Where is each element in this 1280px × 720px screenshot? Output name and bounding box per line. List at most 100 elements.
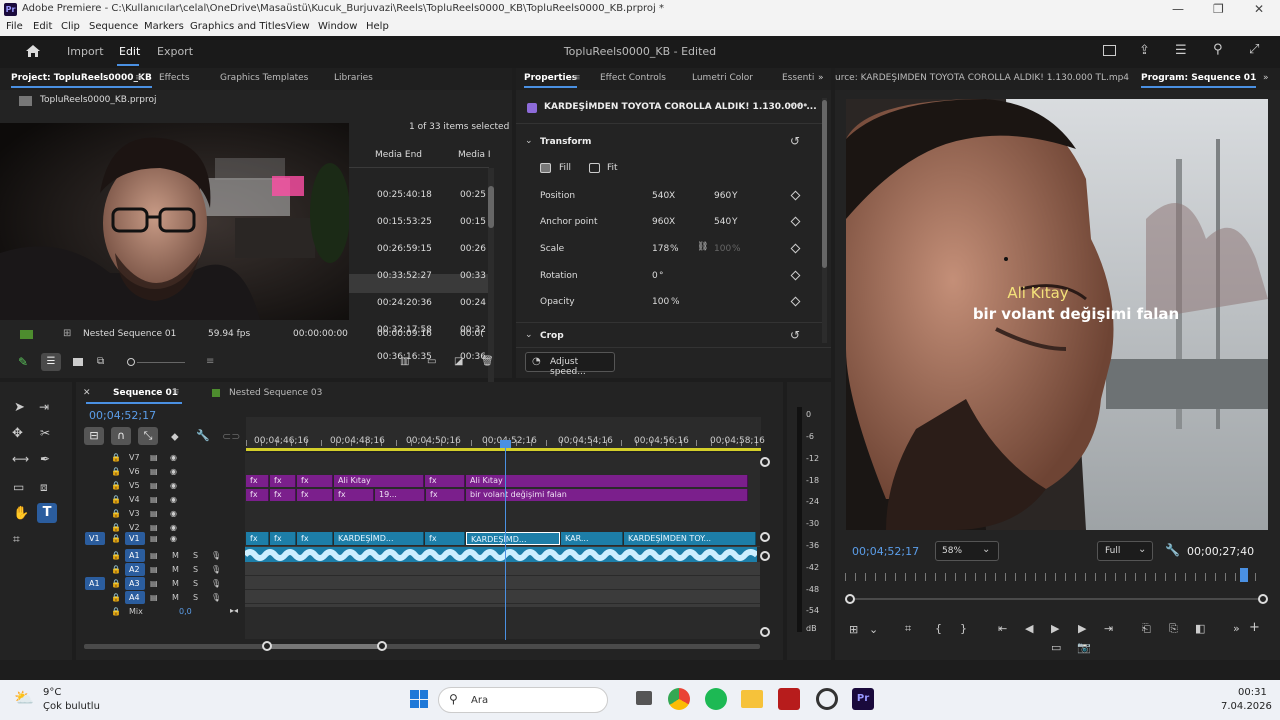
chrome-icon[interactable]	[668, 688, 690, 710]
lock-icon[interactable]: 🔒	[111, 607, 121, 616]
fit-label[interactable]: Fit	[607, 163, 618, 173]
mark-in-icon[interactable]: {	[935, 622, 942, 635]
clip-v4[interactable]: fx	[426, 489, 465, 501]
lock-icon[interactable]: 🔒	[111, 523, 121, 532]
type-tool-icon[interactable]: T	[37, 503, 57, 523]
col-media-end[interactable]: Media End	[375, 150, 422, 160]
anchor-keyframe-icon[interactable]	[790, 216, 801, 227]
more-tabs-icon[interactable]: »	[1263, 73, 1269, 83]
start-icon[interactable]	[410, 690, 428, 708]
toggle-sync-icon[interactable]: ▤	[150, 534, 158, 543]
lock-icon[interactable]: 🔒	[111, 565, 121, 574]
clip-v5[interactable]: fx	[297, 475, 333, 487]
col-media-in[interactable]: Media I	[458, 150, 491, 160]
tab-program[interactable]: Program: Sequence 01	[1141, 73, 1257, 88]
clip-v4[interactable]: fx	[246, 489, 269, 501]
list-view-icon[interactable]: ☰	[41, 353, 61, 371]
timeline-playhead-handle[interactable]	[500, 440, 511, 448]
tab-effect-controls[interactable]: Effect Controls	[600, 73, 666, 83]
freeform-view-icon[interactable]: ⧉	[97, 356, 104, 367]
rotation-value[interactable]: 0	[652, 271, 658, 281]
restore-icon[interactable]: ❐	[1213, 2, 1224, 16]
spotify-icon[interactable]	[705, 688, 727, 710]
toggle-sync-icon[interactable]: ▤	[150, 481, 158, 490]
zoom-slider-handle[interactable]	[127, 358, 135, 366]
solo-button[interactable]: S	[193, 579, 198, 588]
go-to-in-icon[interactable]: ⇤	[998, 622, 1007, 635]
project-scroll-thumb[interactable]	[488, 186, 494, 228]
toggle-sync-icon[interactable]: ▤	[150, 509, 158, 518]
clip-v5-title[interactable]: Ali Kıtay	[334, 475, 424, 487]
eye-icon[interactable]: ◉	[170, 453, 177, 462]
automate-to-sequence-icon[interactable]: ▥	[400, 356, 409, 367]
timeline-timecode[interactable]: 00;04;52;17	[89, 409, 156, 422]
menu-graphics-titles[interactable]: Graphics and Titles	[190, 21, 286, 32]
tab-source[interactable]: urce: KARDEŞİMDEN TOYOTA COROLLA ALDIK! …	[835, 73, 1135, 83]
captions-icon[interactable]: ⊂⊃	[222, 430, 240, 443]
menu-view[interactable]: View	[286, 21, 310, 32]
obs-icon[interactable]	[816, 688, 838, 710]
tab-menu-icon[interactable]: ≡	[573, 73, 581, 83]
mute-button[interactable]: M	[172, 593, 179, 602]
fill-label[interactable]: Fill	[559, 163, 571, 173]
tab-sequence-01[interactable]: Sequence 01	[113, 388, 178, 398]
voicemeeter-icon[interactable]	[778, 688, 800, 710]
h-scroll-left-handle[interactable]	[262, 641, 272, 651]
monitor-time-ruler[interactable]	[845, 573, 1265, 581]
a-scroll-handle-top[interactable]	[760, 551, 770, 561]
menu-markers[interactable]: Markers	[144, 21, 184, 32]
wrench-icon[interactable]: 🔧	[1165, 543, 1180, 557]
menu-window[interactable]: Window	[318, 21, 357, 32]
slip-tool-icon[interactable]: ⟷	[12, 452, 29, 466]
v-scroll-handle-mid[interactable]	[760, 532, 770, 542]
razor-tool-icon[interactable]: ✂	[40, 426, 50, 440]
weather-icon[interactable]: ⛅	[14, 688, 34, 707]
menu-sequence[interactable]: Sequence	[89, 21, 138, 32]
menu-clip[interactable]: Clip	[61, 21, 80, 32]
clip-v1[interactable]: fx	[297, 532, 333, 545]
eye-icon[interactable]: ◉	[170, 495, 177, 504]
tab-lumetri-color[interactable]: Lumetri Color	[692, 73, 753, 83]
timeline-h-scroll-thumb[interactable]	[268, 644, 383, 649]
zoom-slider-track[interactable]	[137, 362, 185, 363]
microphone-icon[interactable]: 🎙	[211, 579, 221, 588]
premiere-taskbar-icon[interactable]: Pr	[852, 688, 874, 710]
audio-clip-a1[interactable]	[245, 547, 757, 562]
opacity-keyframe-icon[interactable]	[790, 296, 801, 307]
crop-chevron-icon[interactable]: ⌄	[525, 330, 533, 340]
add-marker-icon[interactable]: ⌗	[905, 622, 911, 636]
tab-menu-icon[interactable]: ≡	[135, 73, 143, 83]
clip-v4[interactable]: fx	[297, 489, 333, 501]
microphone-icon[interactable]: 🎙	[211, 551, 221, 560]
snap-icon[interactable]: ∩	[111, 427, 131, 445]
clip-v5[interactable]: fx	[425, 475, 465, 487]
search-icon[interactable]: ⚲	[1213, 42, 1223, 57]
mute-button[interactable]: M	[172, 579, 179, 588]
clip-v5[interactable]: fx	[270, 475, 296, 487]
more-controls-icon[interactable]: »	[1233, 622, 1240, 635]
quality-dropdown[interactable]: Full ⌄	[1097, 541, 1153, 561]
go-to-out-icon[interactable]: ⇥	[1104, 622, 1113, 635]
transform-chevron-icon[interactable]: ⌄	[525, 136, 533, 146]
tab-essential[interactable]: Essenti	[782, 73, 814, 83]
rotation-keyframe-icon[interactable]	[790, 270, 801, 281]
eye-icon[interactable]: ◉	[170, 523, 177, 532]
extract-icon[interactable]: ⎘	[1169, 622, 1178, 636]
clip-v1-selected[interactable]: KARDEŞİMD...	[466, 532, 560, 545]
step-forward-icon[interactable]: ▶	[1078, 622, 1086, 635]
monitor-playhead[interactable]	[1240, 568, 1248, 582]
play-icon[interactable]: ▶	[1051, 622, 1059, 635]
remix-tool-icon[interactable]: ⧈	[40, 480, 48, 495]
search-box[interactable]: ⚲ Ara	[438, 687, 608, 713]
monitor-scroll-track[interactable]	[845, 598, 1265, 600]
toggle-sync-icon[interactable]: ▤	[150, 523, 158, 532]
tab-graphics-templates[interactable]: Graphics Templates	[220, 73, 308, 83]
microphone-icon[interactable]: 🎙	[211, 565, 221, 574]
menu-lines-icon[interactable]: ☰	[1175, 43, 1187, 58]
mix-end-icon[interactable]: ▸◂	[230, 606, 238, 615]
toggle-sync-icon[interactable]: ▤	[150, 495, 158, 504]
lock-icon[interactable]: 🔒	[111, 579, 121, 588]
lock-icon[interactable]: 🔒	[111, 593, 121, 602]
toggle-sync-icon[interactable]: ▤	[150, 593, 158, 602]
add-marker-icon[interactable]: ⬥	[171, 430, 179, 444]
